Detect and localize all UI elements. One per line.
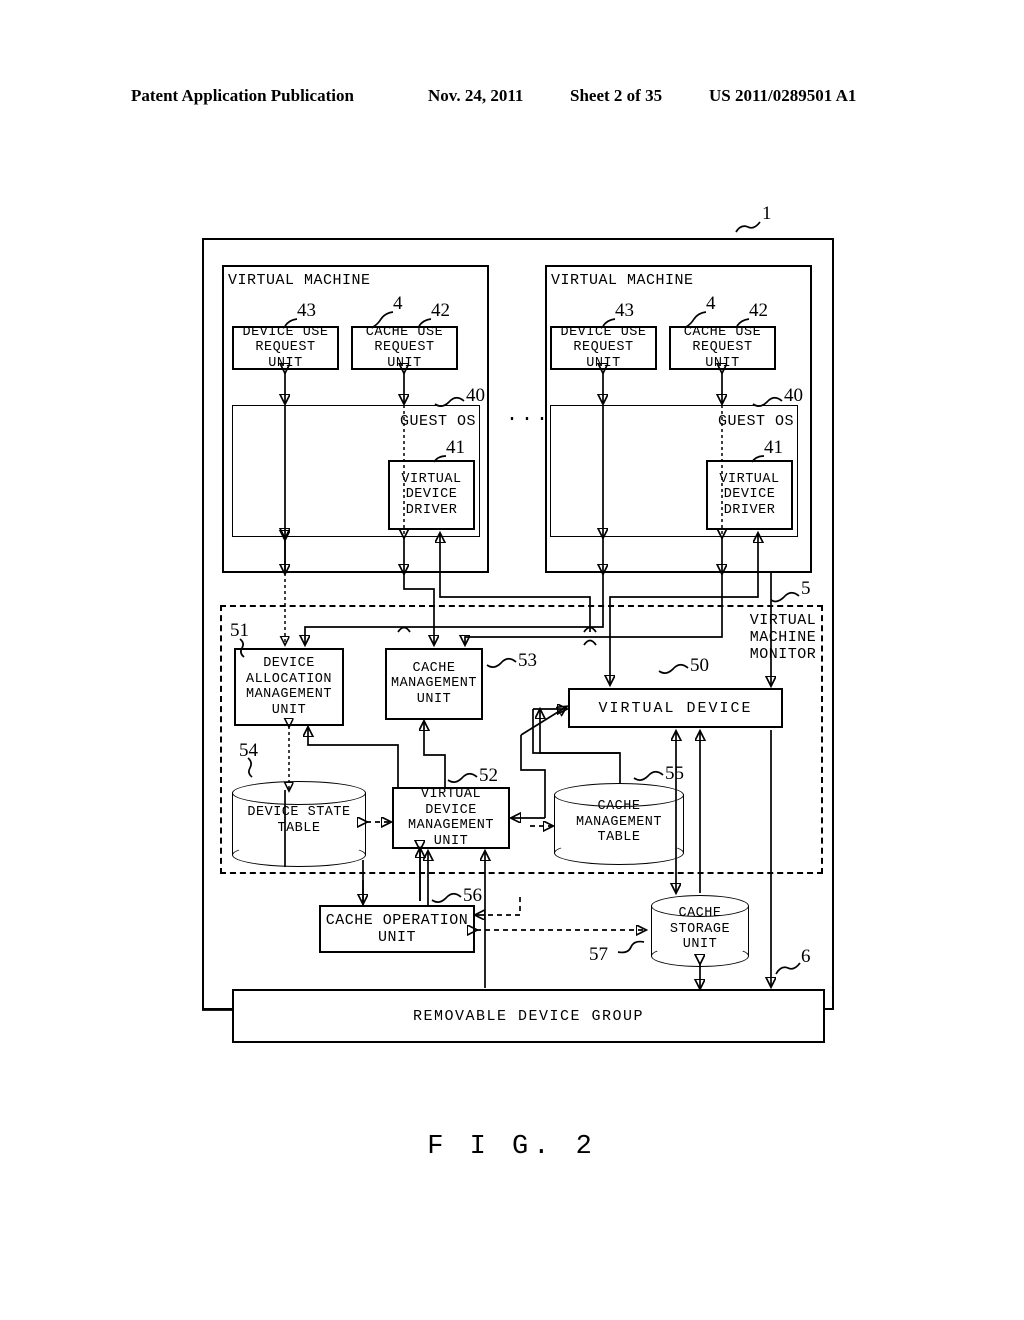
- figure-caption: F I G. 2: [427, 1132, 597, 1162]
- ref-leaders: [239, 221, 801, 975]
- diagram-wires: [202, 221, 801, 1011]
